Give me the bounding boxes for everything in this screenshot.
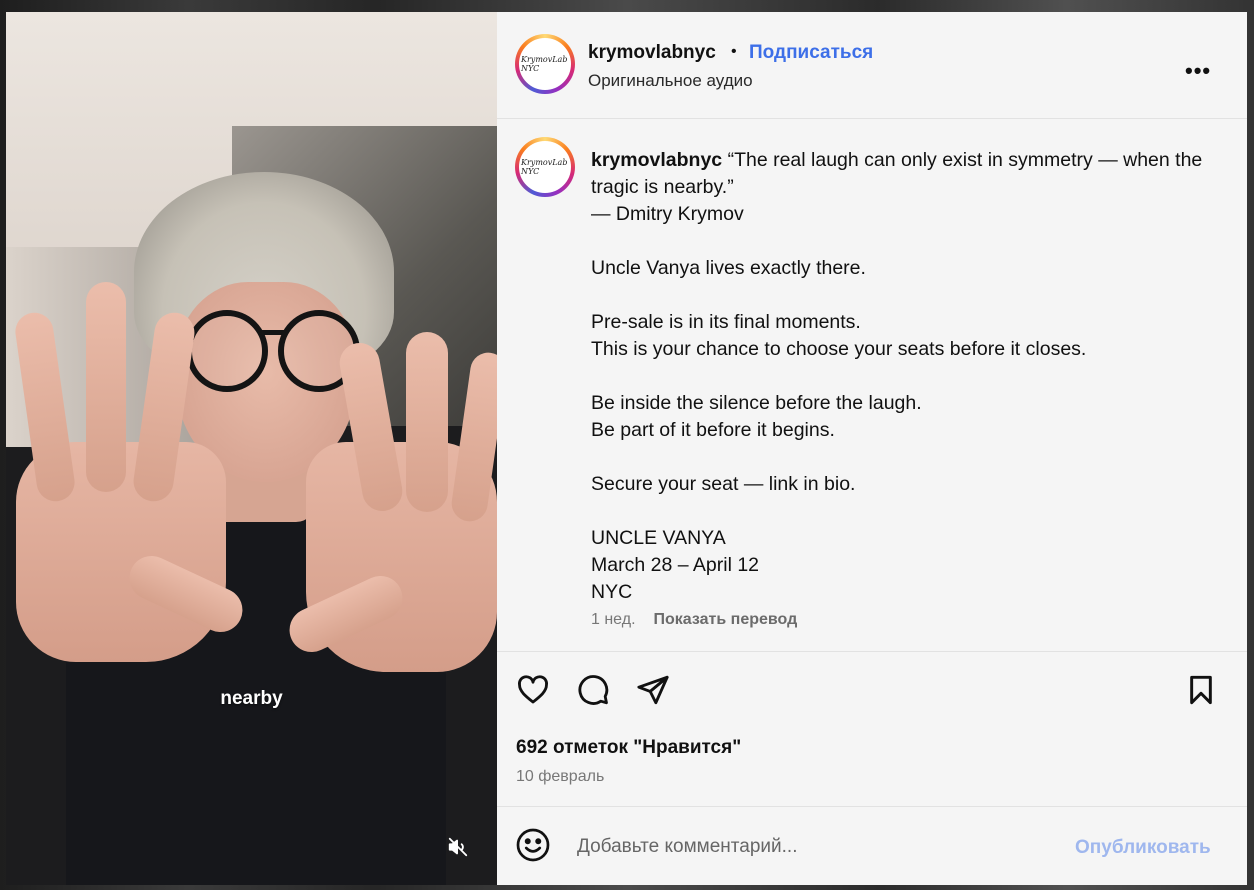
- action-bar: 692 отметок "Нравится" 10 февраль: [497, 652, 1247, 807]
- caption-body: “The real laugh can only exist in symmet…: [591, 149, 1203, 603]
- left-hand-finger: [86, 282, 126, 492]
- avatar[interactable]: KrymovLab NYC: [515, 34, 575, 94]
- glasses-left-lens: [186, 310, 268, 392]
- right-hand-finger: [406, 332, 448, 512]
- likes-count[interactable]: 692 отметок "Нравится": [516, 737, 741, 759]
- share-button[interactable]: [635, 672, 671, 708]
- post-header: KrymovLab NYC krymovlabnyc • Подписаться…: [497, 12, 1247, 119]
- post-side-panel: KrymovLab NYC krymovlabnyc • Подписаться…: [497, 12, 1247, 885]
- avatar-logo: KrymovLab NYC: [519, 141, 571, 193]
- follow-button[interactable]: Подписаться: [749, 42, 873, 64]
- username-link[interactable]: krymovlabnyc: [588, 42, 716, 64]
- video-caption: nearby: [220, 688, 283, 709]
- like-button[interactable]: [515, 672, 551, 708]
- heart-icon: [518, 675, 548, 704]
- post-age[interactable]: 1 нед.: [591, 611, 636, 628]
- publish-button[interactable]: Опубликовать: [1075, 837, 1211, 859]
- caption-avatar[interactable]: KrymovLab NYC: [515, 137, 575, 197]
- bookmark-icon: [1190, 675, 1212, 705]
- smiley-icon: [516, 828, 550, 862]
- caption-text: krymovlabnyc “The real laugh can only ex…: [591, 147, 1211, 606]
- post-date[interactable]: 10 февраль: [516, 768, 604, 786]
- caption-area: KrymovLab NYC krymovlabnyc “The real lau…: [497, 119, 1247, 652]
- avatar-logo: KrymovLab NYC: [519, 38, 571, 90]
- comment-composer: Опубликовать: [497, 807, 1247, 885]
- audio-link[interactable]: Оригинальное аудио: [588, 71, 753, 91]
- post-video[interactable]: nearby: [6, 12, 497, 885]
- more-options-icon[interactable]: •••: [1185, 58, 1211, 84]
- post-modal: nearby KrymovLab NYC krymovlabnyc • Подп…: [6, 12, 1247, 885]
- caption-username[interactable]: krymovlabnyc: [591, 149, 722, 171]
- separator-dot: •: [731, 43, 737, 60]
- paper-plane-icon: [637, 675, 669, 705]
- glasses-bridge: [260, 330, 284, 335]
- speaker-muted-icon: [448, 837, 468, 857]
- mute-button[interactable]: [442, 831, 474, 863]
- speech-bubble-icon: [578, 675, 609, 705]
- comment-input[interactable]: [575, 831, 1059, 863]
- comment-button[interactable]: [575, 672, 611, 708]
- caption-meta: 1 нед. Показать перевод: [591, 611, 797, 629]
- emoji-button[interactable]: [515, 827, 551, 863]
- show-translation-button[interactable]: Показать перевод: [654, 611, 798, 628]
- save-button[interactable]: [1183, 672, 1219, 708]
